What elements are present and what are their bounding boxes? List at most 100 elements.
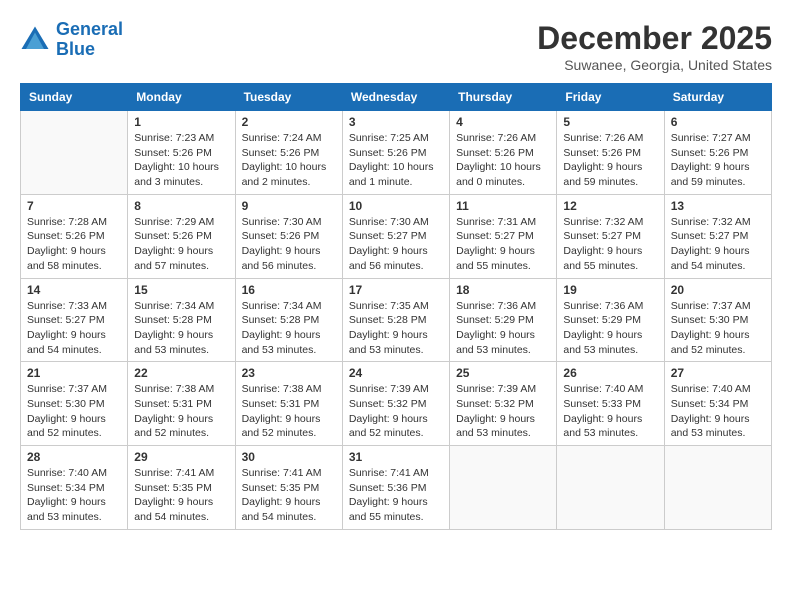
day-number: 16 bbox=[242, 283, 336, 297]
calendar-cell bbox=[450, 446, 557, 530]
calendar-header: SundayMondayTuesdayWednesdayThursdayFrid… bbox=[21, 84, 772, 111]
day-number: 14 bbox=[27, 283, 121, 297]
week-row-0: 1 Sunrise: 7:23 AM Sunset: 5:26 PM Dayli… bbox=[21, 111, 772, 195]
sunrise-time: Sunrise: 7:26 AM bbox=[563, 132, 643, 144]
day-number: 8 bbox=[134, 199, 228, 213]
sunrise-time: Sunrise: 7:38 AM bbox=[134, 383, 214, 395]
day-info: Sunrise: 7:34 AM Sunset: 5:28 PM Dayligh… bbox=[134, 299, 228, 358]
daylight-hours: Daylight: 9 hours and 53 minutes. bbox=[563, 329, 642, 356]
day-info: Sunrise: 7:33 AM Sunset: 5:27 PM Dayligh… bbox=[27, 299, 121, 358]
sunset-time: Sunset: 5:27 PM bbox=[27, 314, 105, 326]
sunrise-time: Sunrise: 7:36 AM bbox=[563, 300, 643, 312]
calendar-cell: 18 Sunrise: 7:36 AM Sunset: 5:29 PM Dayl… bbox=[450, 278, 557, 362]
sunset-time: Sunset: 5:26 PM bbox=[242, 230, 320, 242]
calendar-cell: 13 Sunrise: 7:32 AM Sunset: 5:27 PM Dayl… bbox=[664, 194, 771, 278]
day-number: 27 bbox=[671, 366, 765, 380]
day-info: Sunrise: 7:36 AM Sunset: 5:29 PM Dayligh… bbox=[563, 299, 657, 358]
day-number: 3 bbox=[349, 115, 443, 129]
calendar-cell: 23 Sunrise: 7:38 AM Sunset: 5:31 PM Dayl… bbox=[235, 362, 342, 446]
daylight-hours: Daylight: 9 hours and 55 minutes. bbox=[563, 245, 642, 272]
page-header: General Blue December 2025 Suwanee, Geor… bbox=[20, 20, 772, 73]
sunset-time: Sunset: 5:27 PM bbox=[349, 230, 427, 242]
day-info: Sunrise: 7:37 AM Sunset: 5:30 PM Dayligh… bbox=[27, 382, 121, 441]
daylight-hours: Daylight: 9 hours and 56 minutes. bbox=[242, 245, 321, 272]
sunset-time: Sunset: 5:33 PM bbox=[563, 398, 641, 410]
sunrise-time: Sunrise: 7:38 AM bbox=[242, 383, 322, 395]
day-info: Sunrise: 7:37 AM Sunset: 5:30 PM Dayligh… bbox=[671, 299, 765, 358]
sunset-time: Sunset: 5:27 PM bbox=[563, 230, 641, 242]
day-info: Sunrise: 7:32 AM Sunset: 5:27 PM Dayligh… bbox=[671, 215, 765, 274]
daylight-hours: Daylight: 9 hours and 59 minutes. bbox=[563, 161, 642, 188]
sunset-time: Sunset: 5:31 PM bbox=[134, 398, 212, 410]
sunrise-time: Sunrise: 7:41 AM bbox=[134, 467, 214, 479]
day-number: 7 bbox=[27, 199, 121, 213]
sunset-time: Sunset: 5:35 PM bbox=[134, 482, 212, 494]
sunrise-time: Sunrise: 7:41 AM bbox=[242, 467, 322, 479]
daylight-hours: Daylight: 9 hours and 53 minutes. bbox=[134, 329, 213, 356]
calendar-cell: 5 Sunrise: 7:26 AM Sunset: 5:26 PM Dayli… bbox=[557, 111, 664, 195]
calendar-cell: 4 Sunrise: 7:26 AM Sunset: 5:26 PM Dayli… bbox=[450, 111, 557, 195]
sunset-time: Sunset: 5:36 PM bbox=[349, 482, 427, 494]
day-info: Sunrise: 7:29 AM Sunset: 5:26 PM Dayligh… bbox=[134, 215, 228, 274]
calendar-body: 1 Sunrise: 7:23 AM Sunset: 5:26 PM Dayli… bbox=[21, 111, 772, 530]
logo-text: General Blue bbox=[56, 20, 123, 60]
day-info: Sunrise: 7:30 AM Sunset: 5:27 PM Dayligh… bbox=[349, 215, 443, 274]
sunset-time: Sunset: 5:30 PM bbox=[27, 398, 105, 410]
daylight-hours: Daylight: 9 hours and 54 minutes. bbox=[27, 329, 106, 356]
day-info: Sunrise: 7:26 AM Sunset: 5:26 PM Dayligh… bbox=[563, 131, 657, 190]
daylight-hours: Daylight: 9 hours and 52 minutes. bbox=[27, 413, 106, 440]
daylight-hours: Daylight: 9 hours and 54 minutes. bbox=[242, 496, 321, 523]
sunset-time: Sunset: 5:28 PM bbox=[134, 314, 212, 326]
calendar-cell: 7 Sunrise: 7:28 AM Sunset: 5:26 PM Dayli… bbox=[21, 194, 128, 278]
daylight-hours: Daylight: 9 hours and 53 minutes. bbox=[456, 329, 535, 356]
calendar-cell: 17 Sunrise: 7:35 AM Sunset: 5:28 PM Dayl… bbox=[342, 278, 449, 362]
daylight-hours: Daylight: 9 hours and 53 minutes. bbox=[456, 413, 535, 440]
sunset-time: Sunset: 5:35 PM bbox=[242, 482, 320, 494]
calendar-cell: 19 Sunrise: 7:36 AM Sunset: 5:29 PM Dayl… bbox=[557, 278, 664, 362]
sunset-time: Sunset: 5:28 PM bbox=[349, 314, 427, 326]
daylight-hours: Daylight: 9 hours and 59 minutes. bbox=[671, 161, 750, 188]
sunset-time: Sunset: 5:32 PM bbox=[349, 398, 427, 410]
day-number: 2 bbox=[242, 115, 336, 129]
sunset-time: Sunset: 5:27 PM bbox=[671, 230, 749, 242]
sunset-time: Sunset: 5:26 PM bbox=[671, 147, 749, 159]
calendar-cell: 6 Sunrise: 7:27 AM Sunset: 5:26 PM Dayli… bbox=[664, 111, 771, 195]
daylight-hours: Daylight: 9 hours and 57 minutes. bbox=[134, 245, 213, 272]
day-number: 28 bbox=[27, 450, 121, 464]
calendar-cell: 25 Sunrise: 7:39 AM Sunset: 5:32 PM Dayl… bbox=[450, 362, 557, 446]
day-info: Sunrise: 7:34 AM Sunset: 5:28 PM Dayligh… bbox=[242, 299, 336, 358]
calendar-cell: 16 Sunrise: 7:34 AM Sunset: 5:28 PM Dayl… bbox=[235, 278, 342, 362]
title-block: December 2025 Suwanee, Georgia, United S… bbox=[537, 20, 772, 73]
logo: General Blue bbox=[20, 20, 123, 60]
sunrise-time: Sunrise: 7:37 AM bbox=[27, 383, 107, 395]
sunrise-time: Sunrise: 7:27 AM bbox=[671, 132, 751, 144]
sunrise-time: Sunrise: 7:25 AM bbox=[349, 132, 429, 144]
daylight-hours: Daylight: 9 hours and 53 minutes. bbox=[671, 413, 750, 440]
day-number: 19 bbox=[563, 283, 657, 297]
sunset-time: Sunset: 5:34 PM bbox=[671, 398, 749, 410]
day-info: Sunrise: 7:28 AM Sunset: 5:26 PM Dayligh… bbox=[27, 215, 121, 274]
day-number: 29 bbox=[134, 450, 228, 464]
sunset-time: Sunset: 5:30 PM bbox=[671, 314, 749, 326]
sunrise-time: Sunrise: 7:41 AM bbox=[349, 467, 429, 479]
day-info: Sunrise: 7:39 AM Sunset: 5:32 PM Dayligh… bbox=[349, 382, 443, 441]
sunrise-time: Sunrise: 7:30 AM bbox=[349, 216, 429, 228]
sunrise-time: Sunrise: 7:39 AM bbox=[349, 383, 429, 395]
sunrise-time: Sunrise: 7:34 AM bbox=[134, 300, 214, 312]
weekday-header-saturday: Saturday bbox=[664, 84, 771, 111]
daylight-hours: Daylight: 9 hours and 53 minutes. bbox=[242, 329, 321, 356]
calendar-cell: 30 Sunrise: 7:41 AM Sunset: 5:35 PM Dayl… bbox=[235, 446, 342, 530]
day-number: 23 bbox=[242, 366, 336, 380]
daylight-hours: Daylight: 9 hours and 55 minutes. bbox=[349, 496, 428, 523]
daylight-hours: Daylight: 9 hours and 56 minutes. bbox=[349, 245, 428, 272]
day-number: 31 bbox=[349, 450, 443, 464]
sunrise-time: Sunrise: 7:35 AM bbox=[349, 300, 429, 312]
day-number: 12 bbox=[563, 199, 657, 213]
day-number: 11 bbox=[456, 199, 550, 213]
sunset-time: Sunset: 5:32 PM bbox=[456, 398, 534, 410]
month-title: December 2025 bbox=[537, 20, 772, 57]
sunset-time: Sunset: 5:34 PM bbox=[27, 482, 105, 494]
day-number: 21 bbox=[27, 366, 121, 380]
daylight-hours: Daylight: 9 hours and 52 minutes. bbox=[134, 413, 213, 440]
calendar-cell: 2 Sunrise: 7:24 AM Sunset: 5:26 PM Dayli… bbox=[235, 111, 342, 195]
